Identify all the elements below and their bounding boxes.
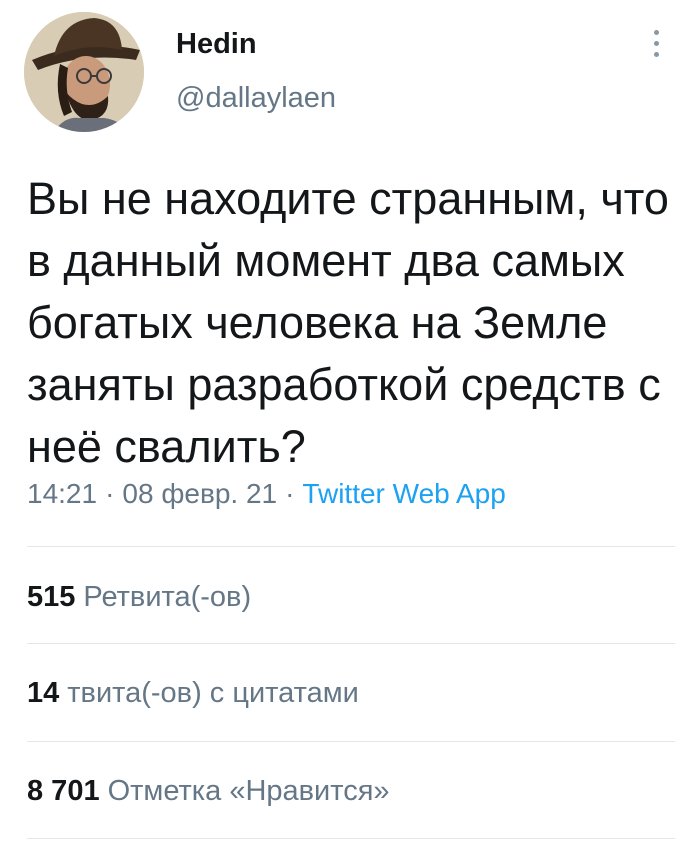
more-dot-icon: [653, 52, 659, 57]
divider: [27, 643, 675, 644]
divider: [27, 838, 675, 839]
retweets-count: 515: [27, 581, 76, 613]
meta-separator: ·: [105, 478, 115, 509]
user-avatar-icon[interactable]: [24, 12, 144, 132]
likes-stat[interactable]: 8 701 Отметка «Нравится»: [27, 775, 390, 808]
tweet-meta: 14:21 · 08 февр. 21 · Twitter Web App: [27, 478, 506, 510]
author-handle[interactable]: @dallaylaen: [176, 82, 336, 115]
retweets-stat[interactable]: 515 Ретвита(-ов): [27, 581, 251, 614]
divider: [27, 741, 675, 742]
retweets-label: Ретвита(-ов): [83, 581, 252, 613]
tweet-text: Вы не находите странным, что в данный мо…: [27, 173, 669, 472]
quotes-label: твита(-ов) с цитатами: [67, 677, 359, 709]
tweet-date[interactable]: 08 февр. 21: [122, 478, 277, 509]
quotes-stat[interactable]: 14 твита(-ов) с цитатами: [27, 677, 359, 710]
author-display-name[interactable]: Hedin: [176, 28, 257, 61]
meta-separator: ·: [285, 478, 295, 509]
likes-count: 8 701: [27, 775, 100, 807]
more-dot-icon: [653, 30, 659, 35]
more-vertical-icon[interactable]: [646, 30, 666, 66]
tweet-source-link[interactable]: Twitter Web App: [302, 478, 505, 509]
quotes-count: 14: [27, 677, 60, 709]
divider: [27, 546, 675, 547]
likes-label: Отметка «Нравится»: [107, 775, 390, 807]
tweet-time[interactable]: 14:21: [27, 478, 97, 509]
more-dot-icon: [653, 41, 659, 46]
